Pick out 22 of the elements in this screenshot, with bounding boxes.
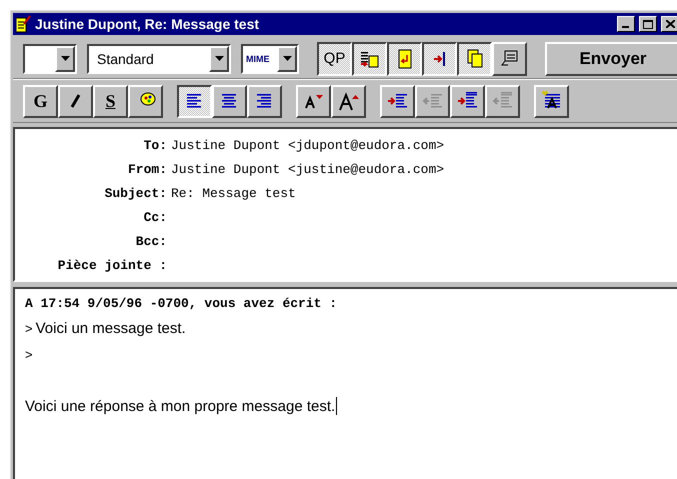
encoding-dropdown[interactable]: MIME — [241, 44, 299, 74]
message-body[interactable]: A 17:54 9/05/96 -0700, vous avez écrit : > Voici un message test. > Voici une réponse à mon propre message test. — [13, 287, 677, 479]
header-label: To: — [142, 138, 167, 152]
header-label: Bcc: — [134, 234, 167, 248]
window-title: Justine Dupont, Re: Message test — [35, 16, 260, 32]
attribution-line: A 17:54 9/05/96 -0700, vous avez écrit : — [25, 295, 338, 313]
header-field[interactable]: Justine Dupont <jdupont@eudora.com> — [171, 138, 677, 152]
qp-toggle[interactable]: QP — [317, 42, 352, 76]
header-label: Cc: — [142, 210, 167, 224]
quoted-text: Voici un message test. — [36, 320, 186, 336]
header-field[interactable]: Justine Dupont <justine@eudora.com> — [171, 162, 677, 176]
quote-marker: > — [25, 320, 33, 336]
underline-button[interactable]: S — [93, 84, 128, 118]
style-dropdown[interactable]: Standard — [87, 44, 231, 74]
header-label: Subject: — [104, 186, 167, 200]
send-button[interactable]: Envoyer — [545, 42, 677, 76]
bold-button[interactable]: G — [23, 84, 58, 118]
header-field[interactable]: Re: Message test — [171, 186, 677, 200]
header-label: Pièce jointe : — [56, 258, 167, 272]
reply-text: Voici une réponse à mon propre message test. — [25, 398, 336, 414]
header-label: From: — [126, 162, 167, 176]
quote-marker: > — [25, 346, 33, 362]
